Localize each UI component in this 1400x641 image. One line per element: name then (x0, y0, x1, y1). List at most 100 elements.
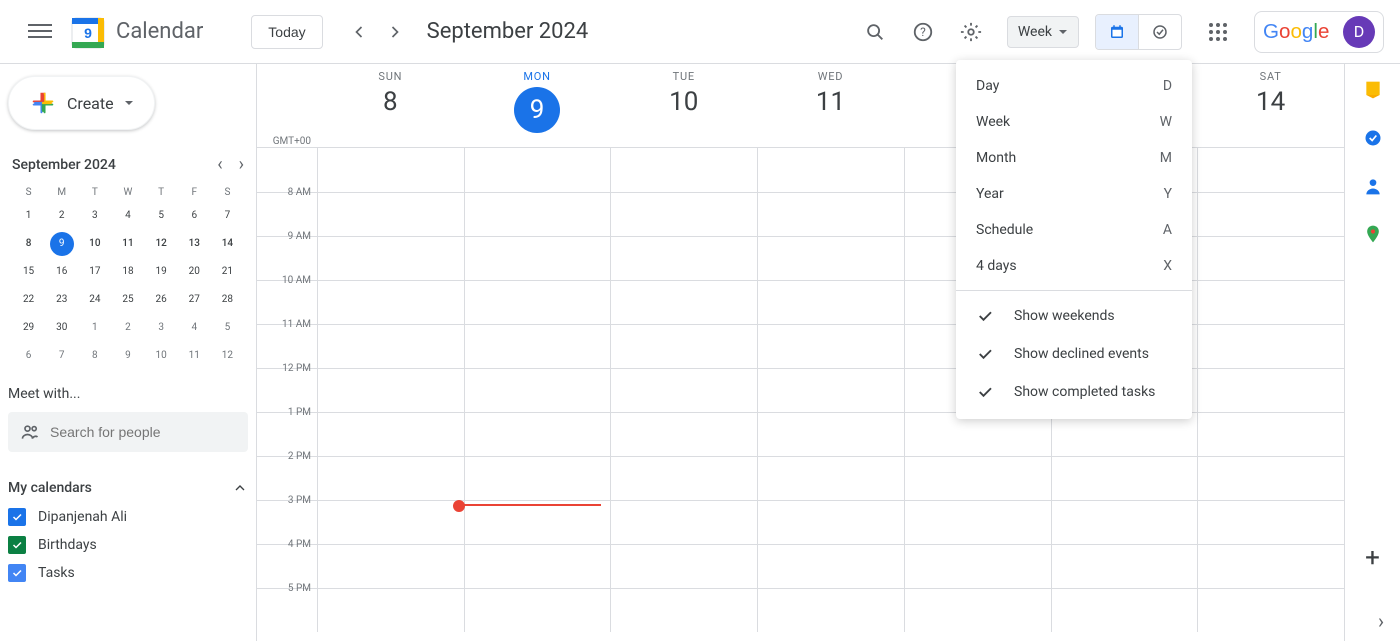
minical-day[interactable]: 24 (83, 288, 107, 312)
time-cell[interactable] (757, 193, 904, 236)
minical-day[interactable]: 4 (182, 316, 206, 340)
time-cell[interactable] (464, 413, 611, 456)
time-cell[interactable] (757, 501, 904, 544)
minical-day[interactable]: 23 (50, 288, 74, 312)
minical-day[interactable]: 3 (83, 204, 107, 228)
checkbox-icon[interactable] (8, 536, 26, 554)
time-cell[interactable] (757, 457, 904, 500)
time-cell[interactable] (610, 148, 757, 192)
time-cell[interactable] (1197, 193, 1344, 236)
time-cell[interactable] (610, 413, 757, 456)
time-cell[interactable] (317, 457, 464, 500)
minical-day[interactable]: 6 (17, 344, 41, 368)
view-check-show-completed-tasks[interactable]: Show completed tasks (956, 373, 1192, 411)
time-cell[interactable] (610, 237, 757, 280)
time-cell[interactable] (317, 325, 464, 368)
time-cell[interactable] (610, 325, 757, 368)
view-option-day[interactable]: DayD (956, 68, 1192, 104)
minical-day[interactable]: 14 (215, 232, 239, 256)
time-cell[interactable] (1051, 501, 1198, 544)
minical-day[interactable]: 21 (215, 260, 239, 284)
view-option-schedule[interactable]: ScheduleA (956, 212, 1192, 248)
account-wrap[interactable]: Google D (1254, 11, 1384, 53)
view-option-year[interactable]: YearY (956, 176, 1192, 212)
view-check-show-weekends[interactable]: Show weekends (956, 297, 1192, 335)
minical-day[interactable]: 8 (83, 344, 107, 368)
time-cell[interactable] (317, 501, 464, 544)
minical-day[interactable]: 3 (149, 316, 173, 340)
time-cell[interactable] (1051, 413, 1198, 456)
minical-next-button[interactable]: › (239, 154, 244, 175)
collapse-side-panel-button[interactable]: › (1378, 609, 1384, 633)
time-cell[interactable] (610, 501, 757, 544)
minical-day[interactable]: 9 (50, 232, 74, 256)
time-cell[interactable] (1197, 281, 1344, 324)
time-cell[interactable] (464, 545, 611, 588)
tasks-mode-button[interactable] (1138, 15, 1181, 49)
day-header[interactable]: SAT14 (1197, 64, 1344, 147)
time-cell[interactable] (904, 413, 1051, 456)
minical-day[interactable]: 22 (17, 288, 41, 312)
time-cell[interactable] (610, 545, 757, 588)
help-button[interactable]: ? (903, 12, 943, 52)
my-calendars-toggle[interactable]: My calendars (8, 480, 248, 496)
time-cell[interactable] (757, 589, 904, 632)
minical-day[interactable]: 27 (182, 288, 206, 312)
minical-day[interactable]: 11 (182, 344, 206, 368)
minical-day[interactable]: 6 (182, 204, 206, 228)
minical-day[interactable]: 15 (17, 260, 41, 284)
minical-day[interactable]: 10 (149, 344, 173, 368)
minical-day[interactable]: 17 (83, 260, 107, 284)
settings-button[interactable] (951, 12, 991, 52)
time-cell[interactable] (904, 501, 1051, 544)
account-avatar[interactable]: D (1343, 16, 1375, 48)
minical-prev-button[interactable]: ‹ (217, 154, 222, 175)
time-cell[interactable] (757, 237, 904, 280)
time-cell[interactable] (464, 193, 611, 236)
search-button[interactable] (855, 12, 895, 52)
minical-day[interactable]: 30 (50, 316, 74, 340)
calendar-item[interactable]: Birthdays (8, 536, 248, 554)
view-option-month[interactable]: MonthM (956, 140, 1192, 176)
checkbox-icon[interactable] (8, 508, 26, 526)
time-cell[interactable] (1197, 413, 1344, 456)
search-people-input[interactable] (50, 424, 236, 440)
minical-day[interactable]: 28 (215, 288, 239, 312)
minical-day[interactable]: 2 (50, 204, 74, 228)
minical-day[interactable]: 16 (50, 260, 74, 284)
view-option-4-days[interactable]: 4 daysX (956, 248, 1192, 284)
time-cell[interactable] (1197, 237, 1344, 280)
main-menu-button[interactable] (16, 8, 64, 56)
view-option-week[interactable]: WeekW (956, 104, 1192, 140)
time-cell[interactable] (317, 148, 464, 192)
time-cell[interactable] (610, 589, 757, 632)
time-cell[interactable] (1197, 369, 1344, 412)
time-cell[interactable] (1051, 457, 1198, 500)
minical-day[interactable]: 10 (83, 232, 107, 256)
time-cell[interactable] (1051, 589, 1198, 632)
minical-day[interactable]: 1 (17, 204, 41, 228)
minical-day[interactable]: 5 (215, 316, 239, 340)
time-cell[interactable] (757, 413, 904, 456)
minical-day[interactable]: 13 (182, 232, 206, 256)
minical-day[interactable]: 29 (17, 316, 41, 340)
maps-icon[interactable] (1363, 224, 1383, 244)
time-cell[interactable] (464, 501, 611, 544)
next-period-button[interactable] (379, 16, 411, 48)
add-addons-button[interactable]: + (1365, 543, 1380, 573)
minical-day[interactable]: 8 (17, 232, 41, 256)
time-cell[interactable] (757, 281, 904, 324)
prev-period-button[interactable] (343, 16, 375, 48)
minical-day[interactable]: 26 (149, 288, 173, 312)
day-header[interactable]: SUN8 (317, 64, 464, 147)
calendar-item[interactable]: Dipanjenah Ali (8, 508, 248, 526)
time-cell[interactable] (1197, 325, 1344, 368)
time-cell[interactable] (317, 545, 464, 588)
day-header[interactable]: WED11 (757, 64, 904, 147)
time-cell[interactable] (610, 457, 757, 500)
time-cell[interactable] (757, 369, 904, 412)
minical-day[interactable]: 5 (149, 204, 173, 228)
time-cell[interactable] (464, 148, 611, 192)
time-cell[interactable] (317, 281, 464, 324)
calendar-item[interactable]: Tasks (8, 564, 248, 582)
